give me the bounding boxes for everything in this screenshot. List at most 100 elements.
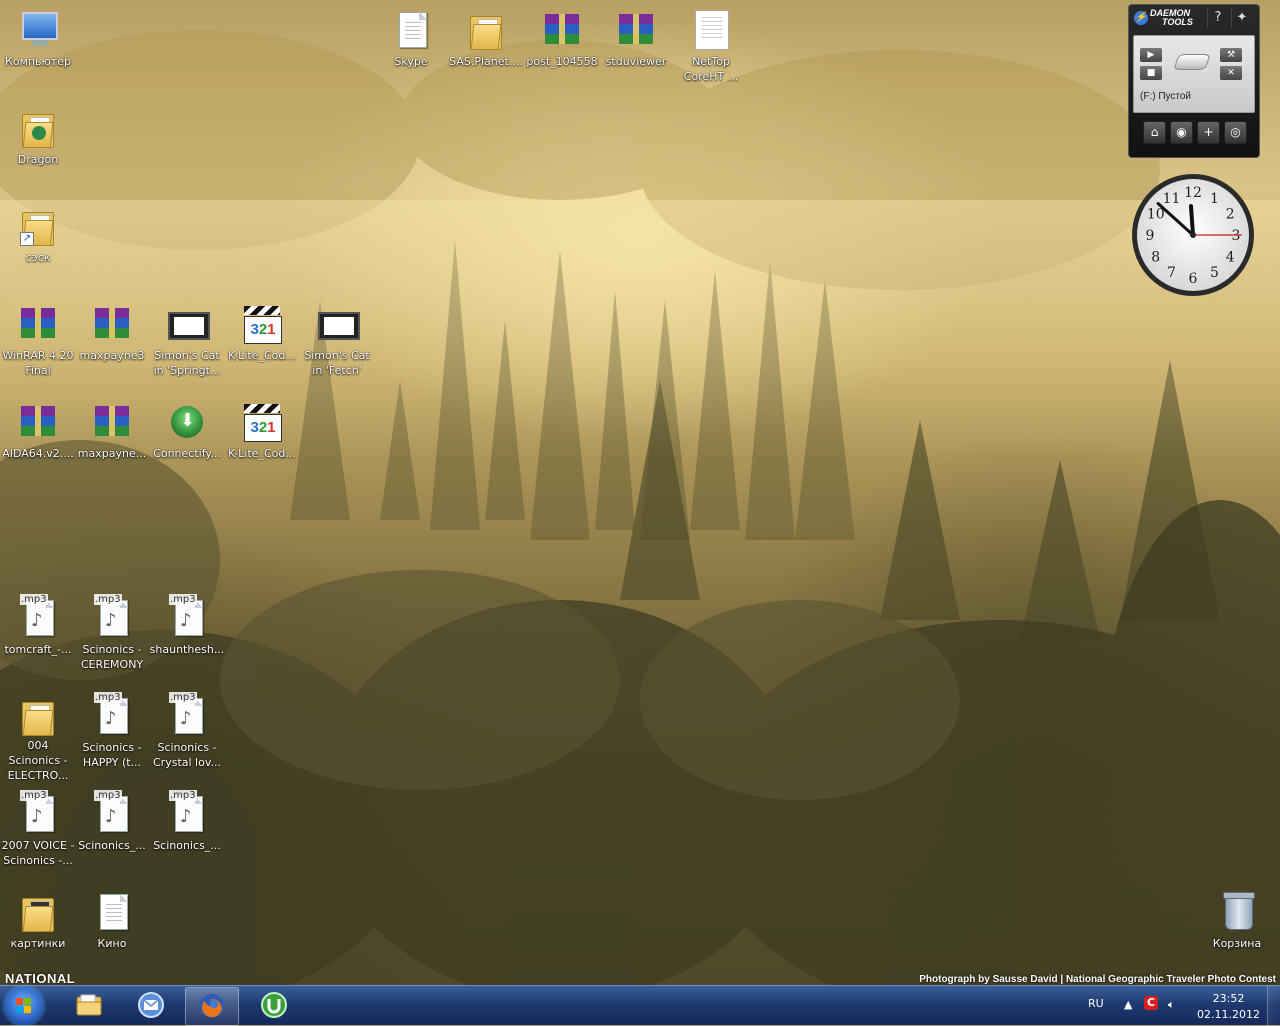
desktop-icon-scinonics-crystal[interactable]: .mp3 ♪ Scinonics - Crystal lov... [149,690,225,780]
clock-center [1190,232,1196,238]
stop-icon: ■ [1146,68,1156,78]
taskbar-firefox[interactable] [185,987,239,1026]
file-icon [100,894,128,930]
stop-button[interactable]: ■ [1140,66,1162,80]
winrar-archive-icon [545,14,579,44]
desktop-icon-label: Scinonics - CEREMONY [80,643,144,671]
computer-icon [22,12,58,46]
taskbar-time: 23:52 [1212,992,1245,1005]
clock-number: 5 [1210,265,1219,281]
start-button[interactable] [5,987,43,1025]
winrar-archive-icon [619,14,653,44]
folder-icon [76,994,102,1016]
settings-star-button[interactable]: ✦ [1231,8,1252,28]
folder-icon [22,898,54,932]
winrar-archive-icon [21,406,55,436]
desktop-icon-connectify[interactable]: Connectify... [149,396,225,486]
plus-icon: + [1203,125,1214,139]
taskbar-clock[interactable]: 23:52 02.11.2012 [1197,991,1260,1023]
winrar-archive-icon [95,308,129,338]
desktop-icon-2007-voice[interactable]: .mp3 ♪ 2007 VOICE - Scinonics -... [0,788,76,878]
desktop-icon-klite-1[interactable]: 321 K-Lite_Cod... [224,298,300,388]
virtual-drive-panel: ▶ ■ ⚒ ✕ (F:) Пустой [1133,35,1255,113]
show-desktop-button[interactable] [1267,986,1280,1025]
desktop-icon-skype[interactable]: Skype [373,4,449,94]
desktop-icon-label: SAS.Planet.... [449,55,523,68]
desktop-icon-dragon[interactable]: Dragon [0,102,76,192]
recycle-bin-icon [1223,892,1255,930]
play-icon: ▶ [1147,50,1155,60]
desktop-icon-maxpayne-2[interactable]: maxpayne... [74,396,150,486]
drive-status: (F:) Пустой [1140,91,1192,102]
tray-antivirus-icon[interactable]: C [1144,996,1158,1010]
language-indicator[interactable]: RU [1088,997,1104,1010]
clock-number: 8 [1151,250,1160,266]
desktop-icon-stduviewer[interactable]: stduviewer [598,4,674,94]
clock-number: 3 [1232,228,1241,244]
unmount-button[interactable]: ✕ [1220,66,1242,80]
desktop-icon-sas-planet[interactable]: SAS.Planet.... [448,4,524,94]
windows-logo-icon [16,998,32,1014]
desktop-icon-label: Simon's Cat in 'Springt... [153,349,221,377]
desktop-icon-simons-cat-springtime[interactable]: Simon's Cat in 'Springt... [149,298,225,388]
desktop-icon-label: 2007 VOICE - Scinonics -... [1,839,75,867]
desktop-icon-aida64[interactable]: AIDA64.v2.... [0,396,76,486]
star-icon: ✦ [1236,10,1248,25]
open-image-button[interactable]: ⌂ [1143,121,1166,144]
system-tray: RU ▲ C 🔈︎ 23:52 02.11.2012 [1080,986,1280,1025]
taskbar-utorrent[interactable] [248,987,300,1024]
desktop-icon-label: post_104558 [526,55,598,68]
desktop-icon-winrar[interactable]: WinRAR 4.20 Final [0,298,76,388]
desktop-icon-shaunthesheep[interactable]: .mp3 ♪ shaunthesh... [149,592,225,682]
desktop-icon-post[interactable]: post_104558 [524,4,600,94]
clock-gadget[interactable]: 12 1234567891011 [1130,172,1256,298]
video-file-icon [318,312,360,340]
desktop-icon-scinonics-a[interactable]: .mp3 ♪ Scinonics_... [74,788,150,878]
desktop-icon-klite-2[interactable]: 321 K-Lite_Cod... [224,396,300,486]
desktop-icon-label: maxpayne... [77,447,147,460]
clock-number: 7 [1167,265,1176,281]
folder-icon [22,702,54,736]
desktop-icon-label: Scinonics_... [78,839,146,852]
daemon-toolbar: ⌂ ◉ + ◎ [1143,121,1247,144]
desktop-icon-label: Корзина [1212,937,1262,950]
desktop-icon-kino[interactable]: Кино [74,886,150,976]
desktop-icon-recycle-bin[interactable]: Корзина [1199,886,1275,976]
volume-icon[interactable]: 🔈︎ [1168,998,1175,1012]
mail-icon [138,992,164,1018]
show-hidden-icons-button[interactable]: ▲ [1124,998,1132,1011]
desktop-icon-label: 004 Scinonics - ELECTRO... [7,738,69,780]
help-button[interactable]: ? [1207,8,1228,28]
desktop-icon-simons-cat-fetch[interactable]: Simon's Cat in 'Fetch' [299,298,375,388]
clock-number: 6 [1189,271,1198,287]
desktop-icon-label: Scinonics - Crystal lov... [153,741,221,769]
desktop-icon-label: сэск [25,251,51,264]
desktop-icon-label: AIDA64.v2.... [2,447,74,460]
desktop-icon-nettop[interactable]: NetTop CoreHT ... [673,4,749,94]
klite-codec-icon: 321 [244,404,282,442]
desktop-icon-sesk[interactable]: ↗ сэск [0,200,76,290]
clock-number: 12 [1184,185,1202,201]
virtual-drive-icon [1173,54,1211,70]
desktop-icon-scinonics-b[interactable]: .mp3 ♪ Scinonics_... [149,788,225,878]
drive-settings-button[interactable]: ⚒ [1220,48,1242,62]
desktop-icon-label: NetTop CoreHT ... [683,55,739,83]
desktop-icon-computer[interactable]: Компьютер [0,4,76,94]
desktop-icon-kartinki[interactable]: картинки [0,886,76,976]
mount-image-button[interactable]: ◉ [1170,121,1193,144]
desktop-icon-label: tomcraft_-... [4,643,72,656]
taskbar-explorer[interactable] [63,987,115,1024]
desktop-icon-scinonics-ceremony[interactable]: .mp3 ♪ Scinonics - CEREMONY [74,592,150,682]
desktop-icon-label: картинки [10,937,66,950]
document-icon [695,10,729,50]
desktop-icon-maxpayne3[interactable]: maxpayne3 [74,298,150,388]
desktop-icon-label: K-Lite_Cod... [228,447,296,460]
mount-play-button[interactable]: ▶ [1140,48,1162,62]
desktop-icon-004-scinonics[interactable]: 004 Scinonics - ELECTRO... [0,690,76,780]
desktop-icon-tomcraft[interactable]: .mp3 ♪ tomcraft_-... [0,592,76,682]
add-drive-button[interactable]: + [1197,121,1220,144]
taskbar-mail[interactable] [125,987,177,1024]
desktop-icon-scinonics-happy[interactable]: .mp3 ♪ Scinonics - HAPPY (t... [74,690,150,780]
remove-drive-button[interactable]: ◎ [1224,121,1247,144]
daemon-tools-gadget: ⚡ DAEMON TOOLS ? ✦ ▶ ■ ⚒ ✕ (F:) Пустой ⌂ ◉… [1128,4,1260,158]
